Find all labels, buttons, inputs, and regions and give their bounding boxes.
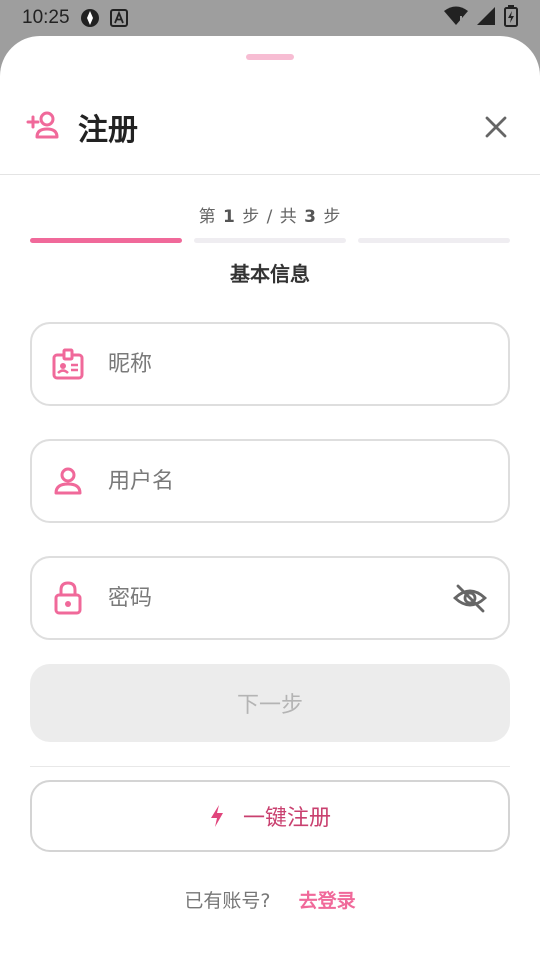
- login-link[interactable]: 去登录: [299, 890, 356, 912]
- progress-segment-2: [194, 238, 346, 243]
- step-title: 基本信息: [230, 262, 310, 286]
- bolt-icon: [209, 804, 225, 828]
- sheet-header: 注册: [0, 96, 540, 158]
- sync-icon: [80, 8, 100, 28]
- quick-register-button[interactable]: 一键注册: [30, 780, 510, 852]
- progress-segment-3: [358, 238, 510, 243]
- password-field[interactable]: [30, 556, 510, 640]
- nickname-field[interactable]: [30, 322, 510, 406]
- toggle-password-button[interactable]: [450, 578, 490, 618]
- total-steps: 3: [304, 207, 318, 227]
- header-divider: [0, 174, 540, 175]
- font-icon: [109, 9, 128, 27]
- register-sheet: 注册 第 1 步 / 共 3 步 基本信息 昵称 用户名 下一步 一键注册 已有…: [0, 36, 540, 960]
- id-badge-icon: [50, 346, 86, 382]
- status-bar: 10:25: [0, 0, 540, 36]
- username-field[interactable]: [30, 439, 510, 523]
- signal-icon: [476, 6, 496, 31]
- drag-handle[interactable]: [246, 54, 294, 60]
- close-icon: [485, 116, 507, 138]
- close-button[interactable]: [476, 107, 516, 147]
- page-title: 注册: [78, 113, 138, 148]
- username-input[interactable]: [108, 468, 490, 494]
- status-time: 10:25: [22, 7, 70, 28]
- quick-register-label: 一键注册: [242, 806, 331, 831]
- have-account-text: 已有账号?: [184, 890, 271, 912]
- wifi-icon: [444, 6, 468, 31]
- login-prompt: 已有账号? 去登录: [0, 886, 540, 913]
- nickname-input[interactable]: [108, 351, 490, 377]
- step-indicator: 第 1 步 / 共 3 步: [198, 207, 342, 227]
- next-step-button[interactable]: 下一步: [30, 664, 510, 742]
- current-step: 1: [222, 207, 236, 227]
- section-divider: [30, 766, 510, 767]
- add-user-icon: [24, 110, 60, 144]
- lock-icon: [50, 580, 86, 616]
- password-input[interactable]: [108, 585, 450, 611]
- battery-icon: [504, 4, 518, 32]
- person-icon: [50, 463, 86, 499]
- eye-off-icon: [453, 584, 487, 613]
- progress-segment-1: [30, 238, 182, 243]
